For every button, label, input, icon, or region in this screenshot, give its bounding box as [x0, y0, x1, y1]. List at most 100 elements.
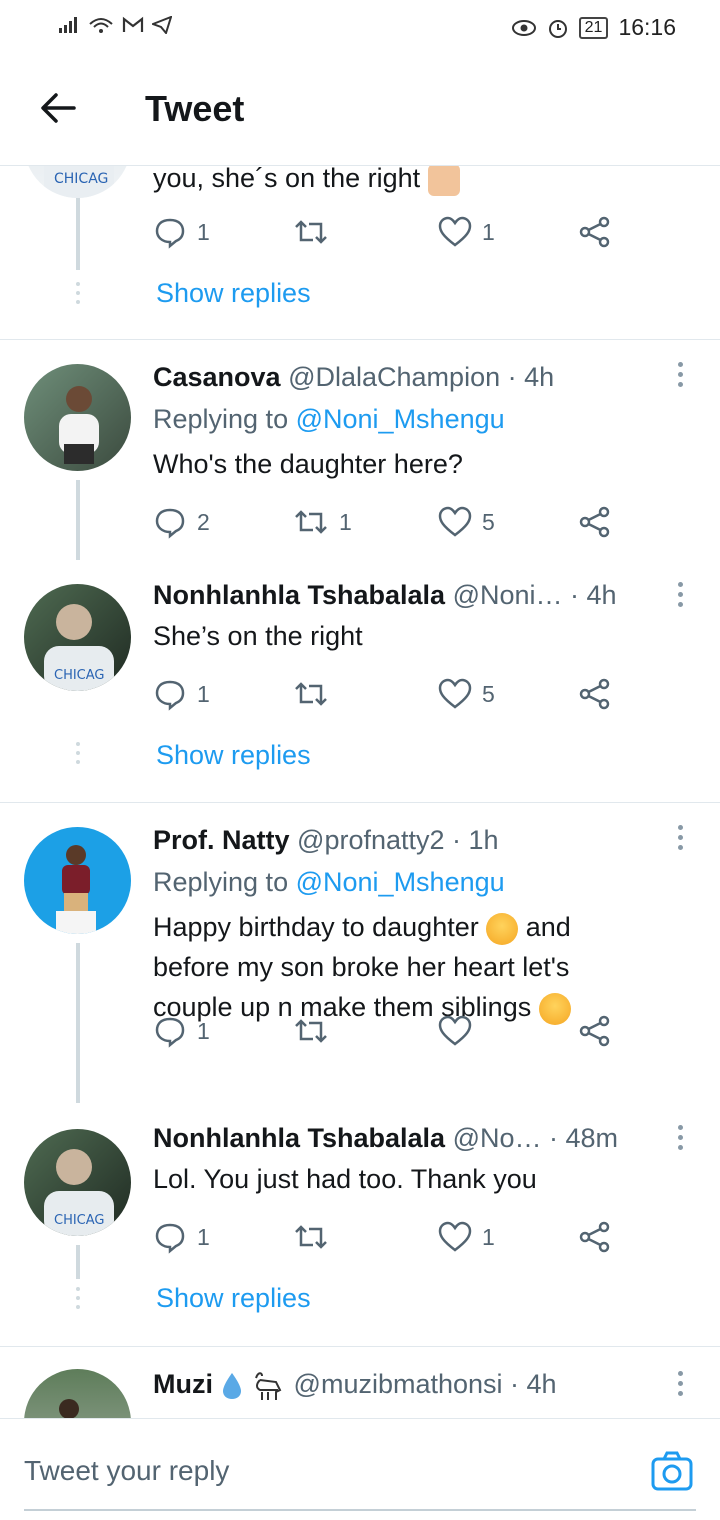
svg-text:CHICAG: CHICAG: [54, 668, 105, 683]
reply-button[interactable]: 1: [153, 1217, 210, 1257]
status-time: 16:16: [618, 14, 676, 40]
heart-icon: [438, 678, 472, 709]
battery-indicator: 21: [578, 16, 609, 39]
tweet-text-line: and: [525, 912, 571, 942]
retweet-button[interactable]: [293, 212, 339, 252]
share-button[interactable]: [578, 212, 612, 252]
show-replies-link[interactable]: Show replies: [156, 1283, 311, 1314]
author-name: Prof. Natty: [153, 825, 290, 855]
more-options-icon[interactable]: [670, 362, 690, 392]
share-button[interactable]: [578, 674, 612, 714]
wifi-icon: [89, 18, 113, 33]
avatar-image-icon: CHICAG: [44, 166, 114, 198]
share-button[interactable]: [578, 1217, 612, 1257]
thread-dots: [76, 1287, 80, 1314]
more-options-icon[interactable]: [670, 582, 690, 612]
like-button[interactable]: 1: [438, 212, 495, 252]
camera-icon[interactable]: [650, 1449, 694, 1493]
conversation-list: CHICAG you, she´s on the right 1 1 Show …: [0, 166, 720, 1418]
svg-text:CHICAG: CHICAG: [54, 171, 108, 187]
shrug-emoji-icon: [427, 166, 460, 196]
replying-label: Replying to: [153, 404, 289, 434]
thread-dots: [76, 742, 80, 769]
reply-icon: [155, 218, 185, 249]
svg-text:CHICAG: CHICAG: [54, 1213, 105, 1228]
share-icon: [579, 216, 610, 248]
reply-count: 1: [197, 680, 210, 707]
heart-icon: [438, 506, 472, 537]
show-replies-link[interactable]: Show replies: [156, 740, 311, 771]
tweet-prof-natty[interactable]: Prof. Natty @profnatty2 · 1h Replying to…: [0, 803, 720, 1103]
tweet-actions: 1 5: [153, 674, 623, 714]
replying-to-link[interactable]: @Noni_Mshengu: [296, 867, 505, 897]
reply-button[interactable]: 1: [153, 212, 210, 252]
like-button[interactable]: 5: [438, 674, 495, 714]
avatar[interactable]: CHICAG: [24, 166, 131, 198]
tweet-text: Lol. You just had too. Thank you: [153, 1164, 537, 1194]
like-button[interactable]: 5: [438, 502, 495, 542]
retweet-count: 1: [339, 508, 352, 535]
tweet-text: Happy birthday to daughter and before my…: [153, 907, 653, 1027]
reply-button[interactable]: 1: [153, 1011, 210, 1051]
more-options-icon[interactable]: [670, 1371, 690, 1401]
tweet-muzi[interactable]: Muzi @muzibmathonsi · 4h: [0, 1347, 720, 1418]
like-button[interactable]: [438, 1011, 482, 1051]
tweet-previous[interactable]: CHICAG you, she´s on the right 1 1 Show …: [0, 166, 720, 339]
reply-count: 1: [197, 1017, 210, 1044]
share-icon: [579, 506, 610, 538]
reply-count: 1: [197, 218, 210, 245]
tweet-nonhlanhla-1[interactable]: CHICAG Nonhlanhla Tshabalala @Noni… · 4h…: [0, 580, 720, 802]
reply-count: 1: [197, 1223, 210, 1250]
replying-label: Replying to: [153, 867, 289, 897]
tweet-nonhlanhla-2[interactable]: CHICAG Nonhlanhla Tshabalala @No… · 48m …: [0, 1123, 720, 1345]
author-handle-time: @profnatty2 · 1h: [297, 825, 499, 855]
avatar[interactable]: CHICAG: [24, 1129, 131, 1236]
tweet-casanova[interactable]: Casanova @DlalaChampion · 4h Replying to…: [0, 340, 720, 560]
avatar-image-icon: [59, 386, 99, 464]
tweet-author[interactable]: Nonhlanhla Tshabalala @No… · 48m: [153, 1123, 618, 1154]
avatar-image-icon: CHICAG: [44, 604, 114, 691]
share-icon: [579, 1015, 610, 1047]
replying-to-link[interactable]: @Noni_Mshengu: [296, 404, 505, 434]
avatar[interactable]: [24, 364, 131, 471]
avatar[interactable]: CHICAG: [24, 584, 131, 691]
tweet-actions: 2 1 5: [153, 502, 623, 542]
tweet-author[interactable]: Muzi @muzibmathonsi · 4h: [153, 1369, 557, 1402]
retweet-button[interactable]: [293, 1011, 339, 1051]
more-options-icon[interactable]: [670, 1125, 690, 1155]
page-title: Tweet: [145, 88, 245, 129]
author-name: Nonhlanhla Tshabalala: [153, 1123, 446, 1153]
replying-to: Replying to @Noni_Mshengu: [153, 867, 505, 898]
reply-button[interactable]: 1: [153, 674, 210, 714]
reply-composer: Tweet your reply: [0, 1418, 720, 1520]
status-bar: 21 16:16: [0, 0, 720, 56]
author-name: Casanova: [153, 362, 281, 392]
share-button[interactable]: [578, 1011, 612, 1051]
share-button[interactable]: [578, 502, 612, 542]
avatar[interactable]: [24, 1369, 131, 1418]
heart-eyes-emoji-icon: [486, 912, 519, 945]
show-replies-link[interactable]: Show replies: [156, 278, 311, 309]
like-button[interactable]: 1: [438, 1217, 495, 1257]
tweet-text-line: before my son broke her heart let's: [153, 952, 570, 982]
tweet-author[interactable]: Casanova @DlalaChampion · 4h: [153, 362, 554, 393]
reply-icon: [155, 1223, 185, 1254]
avatar[interactable]: [24, 827, 131, 934]
thread-line: [76, 1245, 80, 1279]
author-handle-time: @No… · 48m: [452, 1123, 619, 1153]
tweet-author[interactable]: Prof. Natty @profnatty2 · 1h: [153, 825, 499, 856]
retweet-icon: [295, 682, 327, 706]
reply-count: 2: [197, 508, 210, 535]
alarm-icon: [548, 19, 567, 38]
more-options-icon[interactable]: [670, 825, 690, 855]
tweet-reply-input[interactable]: Tweet your reply: [24, 1455, 229, 1487]
back-arrow-icon[interactable]: [36, 86, 80, 130]
author-handle-time: @muzibmathonsi · 4h: [293, 1369, 557, 1399]
signal-icon: [59, 17, 77, 33]
like-count: 1: [482, 1223, 495, 1250]
tweet-author[interactable]: Nonhlanhla Tshabalala @Noni… · 4h: [153, 580, 617, 611]
retweet-button[interactable]: [293, 674, 339, 714]
reply-button[interactable]: 2: [153, 502, 210, 542]
retweet-button[interactable]: [293, 1217, 339, 1257]
retweet-button[interactable]: 1: [293, 502, 352, 542]
